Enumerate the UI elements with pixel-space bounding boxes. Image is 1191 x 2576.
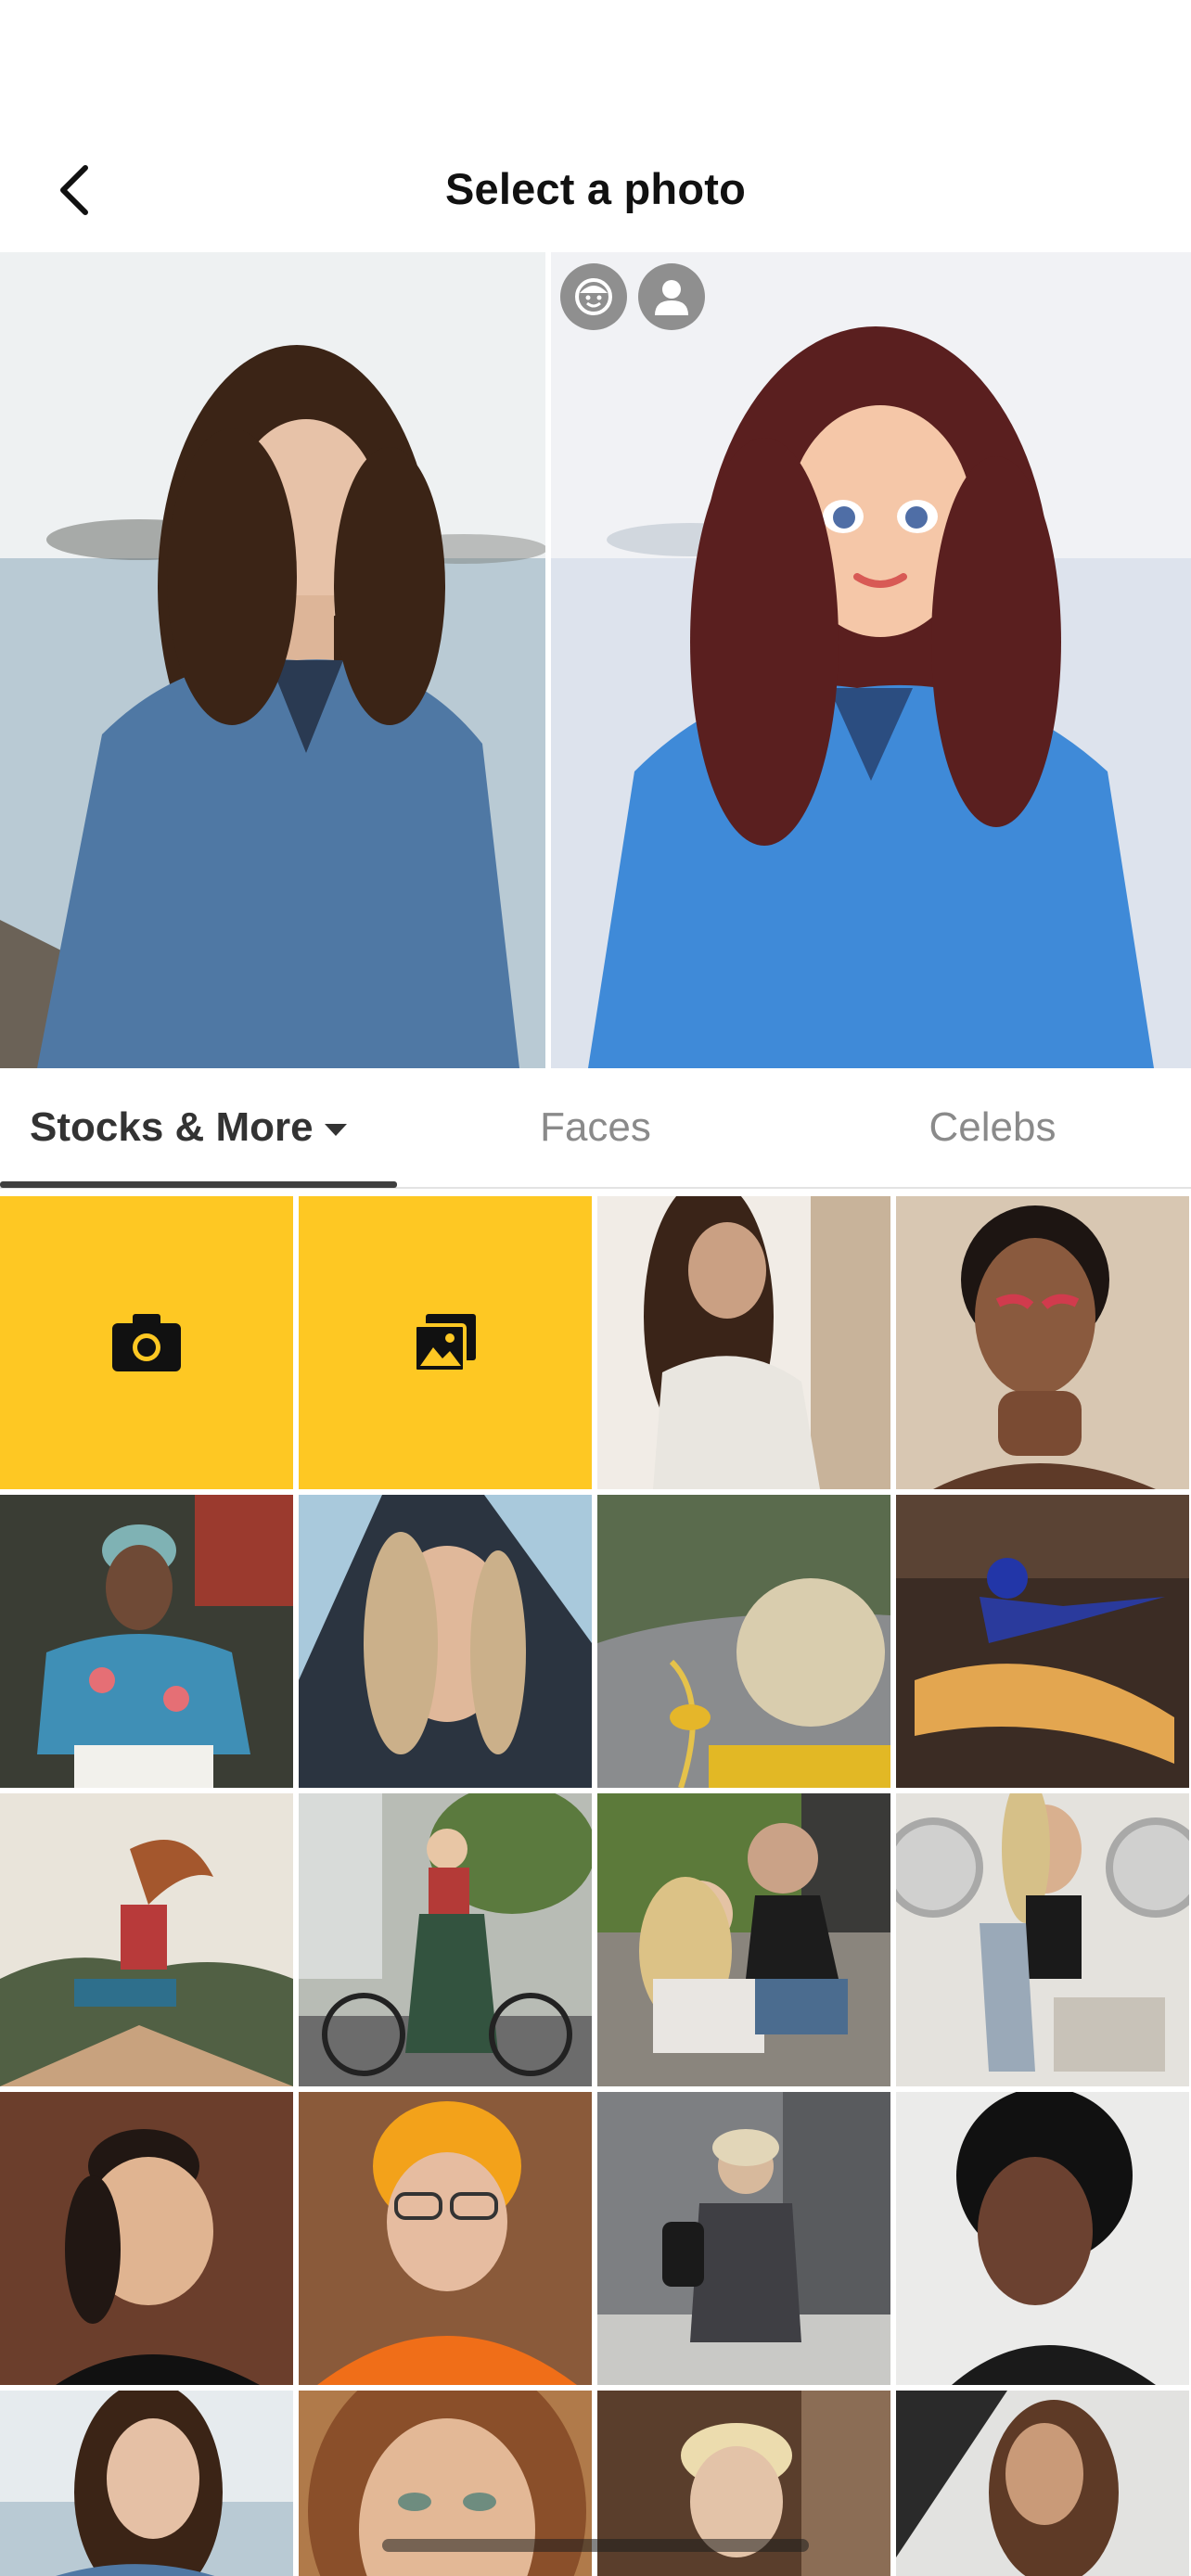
- active-tab-indicator: [0, 1181, 397, 1188]
- home-indicator: [382, 2539, 809, 2552]
- photo-image: [299, 2092, 592, 2385]
- photo-image: [0, 1495, 293, 1788]
- cartoon-photo-preview: [545, 252, 1191, 1068]
- photo-image: [896, 1196, 1189, 1489]
- photo-tile[interactable]: [597, 1495, 890, 1788]
- photo-image: [299, 1793, 592, 2086]
- cartoon-photo-image: [551, 252, 1191, 1068]
- photo-tile[interactable]: [299, 2092, 592, 2385]
- tab-celebs[interactable]: Celebs: [794, 1068, 1191, 1187]
- photo-image: [896, 2092, 1189, 2385]
- tab-stocks-label: Stocks & More: [30, 1104, 314, 1150]
- photo-tile[interactable]: [896, 1196, 1189, 1489]
- photo-tile[interactable]: [0, 1793, 293, 2086]
- cartoon-face-glyph-icon: [575, 278, 612, 315]
- page-title: Select a photo: [444, 164, 747, 213]
- photo-tile[interactable]: [0, 2391, 293, 2576]
- tab-stocks-and-more[interactable]: Stocks & More: [0, 1068, 397, 1187]
- photo-tile[interactable]: [896, 1495, 1189, 1788]
- photo-tile[interactable]: [597, 2092, 890, 2385]
- gallery-icon: [413, 1314, 476, 1373]
- person-glyph-icon: [655, 280, 688, 315]
- person-icon[interactable]: [638, 263, 705, 330]
- photo-image: [896, 2391, 1189, 2576]
- category-tabs: Stocks & More Faces Celebs: [0, 1068, 1191, 1189]
- photo-tile[interactable]: [597, 1196, 890, 1489]
- photo-tile[interactable]: [299, 1495, 592, 1788]
- photo-image: [597, 1793, 890, 2086]
- photo-image: [0, 1793, 293, 2086]
- original-photo-preview: [0, 252, 545, 1068]
- dropdown-caret-icon: [324, 1123, 347, 1136]
- photo-image: [896, 1495, 1189, 1788]
- camera-button[interactable]: [0, 1196, 293, 1489]
- gallery-button[interactable]: [299, 1196, 592, 1489]
- camera-icon: [112, 1314, 181, 1371]
- photo-tile[interactable]: [896, 2391, 1189, 2576]
- photo-image: [299, 1495, 592, 1788]
- photo-image: [0, 2092, 293, 2385]
- header: Select a photo: [0, 0, 1191, 252]
- photo-tile[interactable]: [299, 1793, 592, 2086]
- photo-tile[interactable]: [597, 1793, 890, 2086]
- tab-celebs-label: Celebs: [928, 1104, 1057, 1150]
- cartoon-face-icon[interactable]: [560, 263, 627, 330]
- tab-faces-label: Faces: [540, 1104, 651, 1150]
- photo-image: [597, 1196, 890, 1489]
- tab-faces[interactable]: Faces: [397, 1068, 794, 1187]
- preview-mode-icons: [560, 263, 705, 330]
- photo-tile[interactable]: [0, 1495, 293, 1788]
- photo-tile[interactable]: [896, 1793, 1189, 2086]
- photo-image: [597, 2092, 890, 2385]
- original-photo-image: [0, 252, 545, 1068]
- photo-tile[interactable]: [896, 2092, 1189, 2385]
- photo-grid: [0, 1196, 1191, 2576]
- photo-image: [597, 1495, 890, 1788]
- preview-comparison: [0, 252, 1191, 1068]
- photo-tile[interactable]: [0, 2092, 293, 2385]
- app-screen: Select a photo Stocks & More Faces Celeb…: [0, 0, 1191, 2576]
- photo-image: [896, 1793, 1189, 2086]
- photo-image: [0, 2391, 293, 2576]
